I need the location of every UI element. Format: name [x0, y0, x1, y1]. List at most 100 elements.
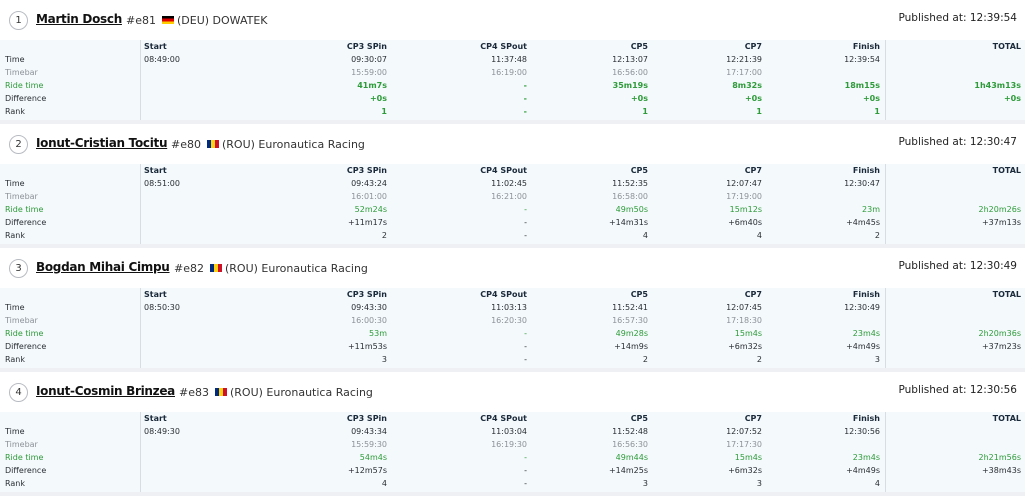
cell-ride: 2h20m26s [978, 205, 1021, 214]
column-header: Finish [852, 42, 880, 51]
published-time: 12:30:47 [969, 136, 1017, 148]
published-at: Published at: 12:39:54 [899, 12, 1018, 24]
cell-rank: 3 [642, 479, 648, 488]
result-card: 3 Bogdan Mihai Cimpu #e82 (ROU) Euronautica… [0, 248, 1025, 368]
published-time: 12:39:54 [969, 12, 1017, 24]
cell-diff: +14m31s [608, 218, 648, 227]
cell-diff: +6m40s [728, 218, 762, 227]
card-header: 1 Martin Dosch #e81 (DEU) DOWATEK Published … [0, 0, 1025, 40]
column-header: Start [144, 166, 167, 175]
cell-ride: - [524, 453, 527, 462]
cell-time: 08:49:30 [144, 427, 180, 436]
cell-ride: - [524, 329, 527, 338]
cell-diff: +0s [369, 94, 387, 103]
column-header: TOTAL [992, 290, 1021, 299]
team-name: Euronautica Racing [258, 138, 365, 151]
cell-ride: - [524, 205, 527, 214]
rider-name-link[interactable]: Martin Dosch [36, 12, 122, 26]
cell-time: 12:13:07 [612, 55, 648, 64]
cell-ride: 2h21m56s [978, 453, 1021, 462]
splits-table: Time Timebar Ride time Difference Rank Start 0… [0, 288, 1025, 368]
published-at: Published at: 12:30:49 [899, 260, 1018, 272]
splits-table: Time Timebar Ride time Difference Rank Start 0… [0, 412, 1025, 492]
result-card: 2 Ionut-Cristian Tocitu #e80 (ROU) Euronaut… [0, 124, 1025, 244]
cell-timebar: 16:58:00 [612, 192, 648, 201]
rider-name-link[interactable]: Bogdan Mihai Cimpu [36, 260, 170, 274]
column-header: CP5 [630, 414, 648, 423]
country-code: (DEU) [176, 14, 210, 27]
cell-rank: 2 [874, 231, 880, 240]
cell-ride: 15m12s [729, 205, 762, 214]
rider-name-link[interactable]: Ionut-Cosmin Brinzea [36, 384, 175, 398]
row-label-time: Time [5, 55, 25, 64]
cell-time: 11:03:13 [491, 303, 527, 312]
cell-rank: - [524, 231, 527, 240]
cell-rank: 1 [642, 107, 648, 116]
cell-ride: 52m24s [354, 205, 387, 214]
column-header: TOTAL [992, 42, 1021, 51]
column-header: Finish [852, 290, 880, 299]
row-label-timebar: Timebar [5, 192, 38, 201]
cell-rank: 1 [756, 107, 762, 116]
cell-diff: +12m57s [347, 466, 387, 475]
cell-diff: - [524, 466, 527, 475]
row-label-time: Time [5, 303, 25, 312]
cell-time: 12:07:45 [726, 303, 762, 312]
published-time: 12:30:49 [969, 260, 1017, 272]
cell-ride: 49m50s [615, 205, 648, 214]
cell-rank: 2 [756, 355, 762, 364]
cell-ride: 18m15s [844, 81, 880, 90]
cell-rank: 3 [874, 355, 880, 364]
cell-timebar: 17:17:00 [726, 68, 762, 77]
row-label-rank: Rank [5, 107, 25, 116]
cell-ride: 49m44s [615, 453, 648, 462]
cell-time: 12:07:52 [726, 427, 762, 436]
row-label-diff: Difference [5, 94, 47, 103]
cell-time: 09:43:30 [351, 303, 387, 312]
rider-meta: #e83 (ROU) Euronautica Racing [179, 386, 373, 399]
cell-ride: 23m4s [852, 329, 880, 338]
row-label-rank: Rank [5, 355, 25, 364]
card-header: 2 Ionut-Cristian Tocitu #e80 (ROU) Euronaut… [0, 124, 1025, 164]
row-label-rank: Rank [5, 231, 25, 240]
column-header: CP7 [744, 414, 762, 423]
cell-time: 09:43:34 [351, 427, 387, 436]
row-label-time: Time [5, 179, 25, 188]
cell-rank: 3 [381, 355, 387, 364]
column-header: CP7 [744, 290, 762, 299]
cell-diff: +11m17s [347, 218, 387, 227]
cell-rank: 4 [756, 231, 762, 240]
column-header: Start [144, 42, 167, 51]
column-header: Finish [852, 414, 880, 423]
cell-timebar: 16:20:30 [491, 316, 527, 325]
column-header: CP7 [744, 42, 762, 51]
cell-diff: +4m45s [846, 218, 880, 227]
column-header: TOTAL [992, 166, 1021, 175]
cell-time: 12:30:49 [844, 303, 880, 312]
cell-diff: - [524, 218, 527, 227]
published-label: Published at: [898, 384, 967, 396]
cell-ride: 15m4s [734, 453, 762, 462]
cell-diff: +0s [744, 94, 762, 103]
row-label-timebar: Timebar [5, 316, 38, 325]
cell-diff: - [524, 342, 527, 351]
column-header: Start [144, 290, 167, 299]
row-label-ride: Ride time [5, 81, 44, 90]
cell-rank: 2 [381, 231, 387, 240]
cell-ride: 8m32s [732, 81, 762, 90]
rider-name-link[interactable]: Ionut-Cristian Tocitu [36, 136, 168, 150]
column-header: CP4 SPout [480, 290, 527, 299]
cell-time: 12:30:47 [844, 179, 880, 188]
column-divider [885, 164, 886, 244]
card-header: 3 Bogdan Mihai Cimpu #e82 (ROU) Euronautica… [0, 248, 1025, 288]
cell-ride: 23m4s [852, 453, 880, 462]
column-divider [140, 412, 141, 492]
result-card: 1 Martin Dosch #e81 (DEU) DOWATEK Published … [0, 0, 1025, 120]
splits-table: Time Timebar Ride time Difference Rank Start 0… [0, 40, 1025, 120]
cell-diff: +11m53s [347, 342, 387, 351]
column-header: CP4 SPout [480, 166, 527, 175]
cell-diff: +4m49s [846, 466, 880, 475]
cell-time: 11:37:48 [491, 55, 527, 64]
column-header: Start [144, 414, 167, 423]
bib-number: #e83 [179, 386, 209, 399]
